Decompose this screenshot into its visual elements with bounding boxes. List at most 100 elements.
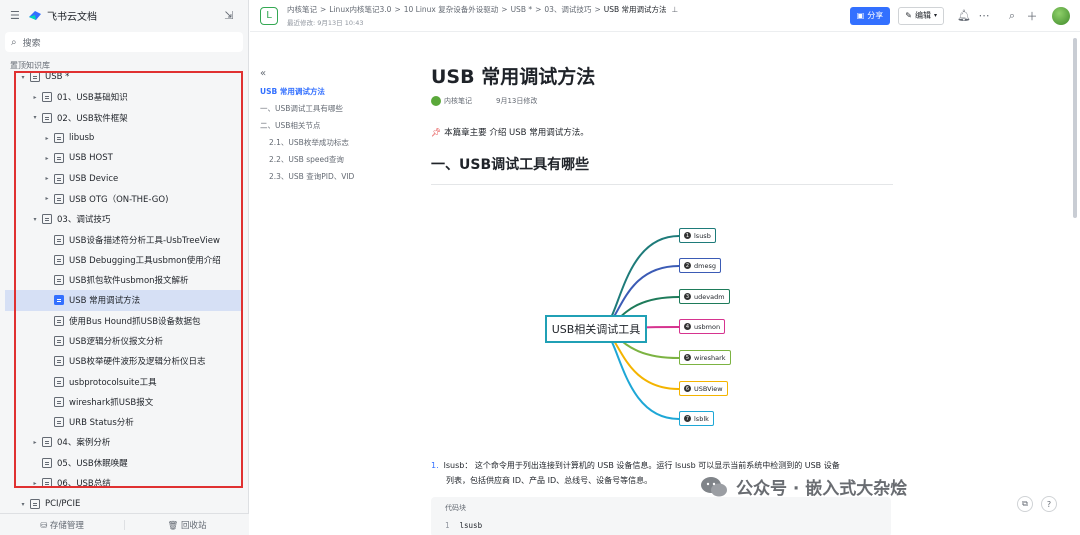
mindmap-node-number: 6	[684, 385, 691, 392]
mindmap-node-label: usbmon	[694, 322, 721, 331]
chevron-right-icon[interactable]: ▸	[42, 135, 52, 142]
toc-item[interactable]: 2.1、USB枚举成功标志	[260, 134, 410, 151]
tree-item[interactable]: wireshark抓USB报文	[0, 392, 249, 412]
mindmap-node[interactable]: 4 usbmon	[679, 319, 726, 334]
pin-icon[interactable]: ⊥	[672, 5, 679, 14]
mindmap-node[interactable]: 7 lsblk	[679, 411, 714, 426]
mindmap-node-number: 1	[684, 232, 691, 239]
mindmap-node[interactable]: 2 dmesg	[679, 258, 721, 273]
tree-item[interactable]: ▸ USB HOST	[0, 148, 249, 168]
plus-icon[interactable]: ＋	[1022, 8, 1042, 24]
tree-item-label: usbprotocolsuite工具	[69, 377, 157, 388]
tree-item-pci[interactable]: ▾ PCI/PCIE	[0, 494, 249, 514]
tree-item[interactable]: USB设备描述符分析工具-UsbTreeView	[0, 229, 249, 249]
tree-item[interactable]: ▸ 01、USB基础知识	[0, 87, 249, 107]
author-name[interactable]: 内核笔记	[444, 96, 472, 106]
copy-icon[interactable]: ⧉	[1017, 496, 1033, 512]
avatar[interactable]	[1052, 6, 1070, 25]
toc-item[interactable]: 2.2、USB speed查询	[260, 151, 410, 168]
pencil-icon: ✎	[905, 11, 912, 20]
scrollbar[interactable]	[1072, 33, 1078, 535]
search-icon[interactable]: ⌕	[1002, 9, 1022, 23]
tree-item[interactable]: ▸ libusb	[0, 128, 249, 148]
tree-item-label: USB逻辑分析仪报文分析	[69, 337, 163, 347]
tree-item[interactable]: USB Debugging工具usbmon使用介绍	[0, 250, 249, 270]
tree-item[interactable]: ▸ USB OTG（ON-THE-GO)	[0, 189, 249, 209]
expand-arrow-icon[interactable]: ▾	[18, 501, 28, 508]
mindmap-node[interactable]: 6 USBView	[679, 381, 728, 396]
mindmap-node[interactable]: 5 wireshark	[679, 350, 731, 365]
collapse-toc-icon[interactable]: «	[260, 68, 410, 79]
tree-item-label: USB Debugging工具usbmon使用介绍	[69, 255, 221, 266]
intro-paragraph: 📌︎ 本篇章主要 介绍 USB 常用调试方法。	[431, 126, 891, 139]
edit-label: 编辑	[914, 11, 931, 20]
breadcrumb-item[interactable]: 内核笔记	[287, 5, 317, 14]
tree-item[interactable]: ▸ 04、案例分析	[0, 432, 249, 452]
tree-item[interactable]: USB枚举硬件波形及逻辑分析仪日志	[0, 351, 249, 371]
toc-item[interactable]: USB 常用调试方法	[260, 83, 410, 100]
tree-item[interactable]: ▾ 02、USB软件框架	[0, 108, 249, 128]
tree-item[interactable]: USB抓包软件usbmon报文解析	[0, 270, 249, 290]
breadcrumb-current: USB 常用调试方法	[603, 5, 667, 14]
mindmap-center-node[interactable]: USB相关调试工具	[545, 315, 647, 343]
document-icon	[54, 356, 64, 367]
tree-item-label: 04、案例分析	[57, 438, 111, 449]
tree-item[interactable]: USB 常用调试方法	[5, 290, 242, 311]
tree-item[interactable]: 使用Bus Hound抓USB设备数据包	[0, 311, 249, 331]
tree-item[interactable]: USB逻辑分析仪报文分析	[0, 331, 249, 351]
tree-item[interactable]: ▸ 06、USB总结	[0, 473, 249, 493]
breadcrumb-item[interactable]: 03、调试技巧	[544, 5, 591, 14]
collapse-sidebar-icon[interactable]: ☰	[10, 9, 26, 22]
workspace-icon[interactable]: L	[260, 6, 278, 25]
list-text: lsusb： 这个命令用于列出连接到计算机的 USB 设备信息。运行 lsusb…	[443, 461, 840, 470]
code-line: 1 lsusb	[445, 521, 877, 530]
mindmap-node[interactable]: 3 udevadm	[679, 289, 730, 304]
tree-item[interactable]: URB Status分析	[0, 412, 249, 432]
chevron-right-icon[interactable]: ▸	[30, 94, 40, 101]
tree-item[interactable]: usbprotocolsuite工具	[0, 371, 249, 391]
tree-item-label: wireshark抓USB报文	[69, 397, 154, 408]
scrollbar-thumb[interactable]	[1073, 38, 1077, 218]
chevron-down-icon[interactable]: ▾	[30, 216, 40, 223]
chevron-right-icon[interactable]: ▸	[30, 439, 40, 446]
toc-item[interactable]: 一、USB调试工具有哪些	[260, 100, 410, 117]
toc-item[interactable]: 二、USB相关节点	[260, 117, 410, 134]
tree-item[interactable]: ▸ USB Device	[0, 168, 249, 188]
tree-item[interactable]: ▾ 03、调试技巧	[0, 209, 249, 229]
document-icon	[54, 336, 64, 346]
document-icon	[54, 254, 64, 265]
watermark-text: 公众号 · 嵌入式大杂烩	[736, 479, 908, 499]
breadcrumb-item[interactable]: Linux内核笔记3.0	[329, 5, 391, 14]
tree-item-label: 06、USB总结	[57, 479, 111, 490]
breadcrumb-item[interactable]: 10 Linux 复杂设备外设驱动	[404, 5, 499, 14]
app-window: ☰ 飞书云文档 ⇲ ⌕ 搜索 置顶知识库 ▾ USB * ▸ 01、USB基础知识 ▾ 0…	[0, 0, 1080, 535]
chevron-down-icon[interactable]: ▾	[18, 74, 28, 81]
code-block[interactable]: 代码块 1 lsusb	[431, 497, 891, 535]
bell-icon[interactable]: 🔔︎	[954, 9, 974, 22]
chevron-right-icon[interactable]: ▸	[42, 195, 52, 202]
more-icon[interactable]: ⋯	[974, 9, 994, 22]
storage-button[interactable]: ⛁ 存储管理	[0, 519, 124, 531]
expand-icon[interactable]: ⇲	[220, 9, 238, 22]
breadcrumb-trail: 内核笔记 > Linux内核笔记3.0 >10 Linux 复杂设备外设驱动 > USB …	[287, 4, 678, 15]
chevron-right-icon[interactable]: ▸	[42, 155, 52, 162]
toc-item[interactable]: 2.3、USB 查询PID、VID	[260, 168, 410, 185]
breadcrumb-item[interactable]: USB *	[511, 5, 533, 14]
tree-item-label: PCI/PCIE	[45, 499, 81, 510]
wechat-icon	[701, 476, 727, 496]
tree-item[interactable]: ▾ USB *	[0, 67, 249, 87]
chevron-right-icon[interactable]: ▸	[42, 175, 52, 182]
tree-item[interactable]: 05、USB休眠唤醒	[0, 453, 249, 473]
help-icon[interactable]: ?	[1041, 496, 1057, 512]
heading-1: 一、USB调试工具有哪些	[431, 154, 893, 185]
edit-button[interactable]: ✎ 编辑 ▾	[898, 6, 944, 25]
mindmap-node[interactable]: 1 lsusb	[679, 228, 716, 243]
share-button[interactable]: ▣ 分享	[849, 6, 891, 25]
search-input[interactable]: ⌕ 搜索	[5, 32, 243, 52]
chevron-right-icon[interactable]: ▸	[30, 480, 40, 487]
recycle-bin-button[interactable]: 🗑 回收站	[125, 519, 249, 531]
tree-item-label: USB枚举硬件波形及逻辑分析仪日志	[69, 357, 206, 368]
chevron-right-icon: >	[594, 5, 601, 14]
chevron-down-icon[interactable]: ▾	[30, 114, 40, 121]
trash-icon: 🗑	[167, 520, 179, 531]
